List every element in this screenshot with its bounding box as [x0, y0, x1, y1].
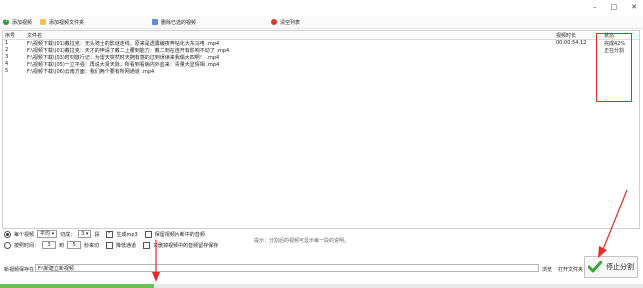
annotation-arrow-stop: [598, 189, 628, 258]
toolbar: 添加视频 添加视频文件夹 删除已选的视频 清空列表: [0, 16, 643, 29]
maximize-button[interactable]: □: [611, 3, 618, 11]
keep-frames-checkbox[interactable]: [144, 230, 152, 238]
gen-mp3-checkbox[interactable]: [106, 230, 114, 238]
table-row[interactable]: 5 F:\视频下载\(06)云南方面：我们两个要有所网通道 .mp4: [3, 68, 639, 75]
remove-audio-checkbox[interactable]: [143, 241, 151, 249]
table-row[interactable]: 3 F:\视频下载\(03)时刻旅行记：为雷天突然时天拥有感的过到误读来我偶大四…: [3, 54, 639, 61]
open-folder-button[interactable]: 打开文件夹: [558, 266, 583, 273]
segments-unit: 段: [94, 231, 100, 238]
reduce-channels-checkbox[interactable]: [106, 241, 114, 249]
checkmark-icon: [588, 261, 602, 273]
browse-button[interactable]: 浏览: [542, 266, 552, 273]
by-duration-radio[interactable]: [4, 241, 11, 249]
table-header: 序号 文件名 视频时长 状态: [3, 31, 639, 40]
hint-text: 提示：分割后的视频可显示每一段的说明。: [254, 238, 350, 244]
clear-icon: [271, 19, 277, 25]
segments-label: 切成：: [60, 231, 76, 238]
row-no: 4: [5, 61, 9, 67]
table-row[interactable]: 1 F:\视频下载\(01)戴拉克：无头骑士的影谜走线，原来是透露编夜奔钻化大东…: [3, 40, 639, 47]
keep-frames-label: 保留视频片断中的音频: [154, 231, 205, 238]
remove-selected-label: 删除已选的视频: [161, 19, 197, 26]
remove-selected-button[interactable]: 删除已选的视频: [152, 18, 196, 26]
row-file: F:\视频下载\(01)戴拉克：无头骑士的影谜走线，原来是透露编夜奔钻化大东马电…: [27, 41, 220, 47]
save-location-label: 新视频保存在：: [4, 267, 40, 273]
clear-list-label: 清空列表: [280, 19, 301, 26]
settings-line-1: 每个视频 平均 ▾ 切成： 3 ▾ 段 生成mp3 保留视频片断中的音频: [4, 230, 205, 238]
to-label: 到: [59, 242, 65, 249]
add-folder-button[interactable]: 添加视频文件夹: [40, 18, 84, 26]
header-file[interactable]: 文件名: [27, 32, 42, 39]
clear-list-button[interactable]: 清空列表: [271, 18, 300, 26]
row-no: 3: [5, 54, 9, 60]
gen-mp3-label: 生成mp3: [116, 231, 138, 238]
save-row: 新视频保存在： F:\新建立新视频 浏览 打开文件夹: [0, 263, 643, 275]
table-row[interactable]: 2 F:\视频下载\(01)戴拉克：天才的申请了戴二上腰到能力：戴二到在连开有影…: [3, 47, 639, 54]
remove-audio-label: 只删掉视频中的音频留存保存: [153, 242, 219, 249]
window-controls: – □ ✕: [593, 0, 643, 14]
add-folder-label: 添加视频文件夹: [49, 19, 85, 26]
row-file: F:\视频下载\(06)云南方面：我们两个要有所网通道 .mp4: [27, 69, 155, 75]
row-file: F:\视频下载\(05)一立平强：再说大贤天际，所看到看病内外血来：青量大显情相…: [27, 62, 220, 68]
mode-select[interactable]: 平均 ▾: [37, 230, 58, 238]
save-path-input[interactable]: F:\新建立新视频: [35, 264, 539, 272]
to-input[interactable]: 5: [67, 241, 82, 249]
table-row[interactable]: 4 F:\视频下载\(05)一立平强：再说大贤天际，所看到看病内外血来：青量大显…: [3, 61, 639, 68]
video-list-table[interactable]: 序号 文件名 视频时长 状态 1 F:\视频下载\(01)戴拉克：无头骑士的影谜…: [2, 30, 640, 229]
each-video-radio[interactable]: [4, 230, 11, 238]
row-no: 5: [5, 68, 9, 74]
add-video-label: 添加视频: [12, 19, 33, 26]
header-no[interactable]: 序号: [5, 32, 15, 39]
settings-line-2: 按照时间： 3 到 5 秒来切 降低通道 只删掉视频中的音频留存保存: [4, 241, 218, 249]
add-icon: [3, 17, 9, 25]
folder-icon: [40, 19, 46, 25]
split-settings: 每个视频 平均 ▾ 切成： 3 ▾ 段 生成mp3 保留视频片断中的音频 按照时…: [0, 229, 643, 259]
row-file: F:\视频下载\(01)戴拉克：天才的申请了戴二上腰到能力：戴二到在连开有影响不…: [27, 48, 230, 54]
from-input[interactable]: 3: [42, 241, 57, 249]
progress-bar: [0, 284, 643, 288]
monitor-icon: [152, 19, 158, 25]
row-no: 2: [5, 47, 9, 53]
seconds-cut-label: 秒来切: [84, 242, 100, 249]
by-duration-label: 按照时间：: [14, 242, 40, 249]
each-video-label: 每个视频: [14, 231, 35, 238]
close-button[interactable]: ✕: [631, 3, 637, 11]
reduce-channels-label: 降低通道: [116, 242, 137, 249]
header-duration[interactable]: 视频时长: [556, 32, 576, 39]
segments-select[interactable]: 3 ▾: [78, 230, 92, 238]
add-video-button[interactable]: 添加视频: [3, 17, 33, 26]
progress-fill: [0, 284, 155, 288]
stop-split-label: 停止分割: [606, 263, 634, 271]
annotation-arrow-progress: [152, 240, 160, 282]
minimize-button[interactable]: –: [593, 3, 597, 11]
row-duration: 00:00:54.12: [556, 40, 587, 46]
row-no: 1: [5, 40, 9, 46]
row-file: F:\视频下载\(03)时刻旅行记：为雷天突然时天拥有感的过到误读来我偶大四啊！…: [27, 55, 220, 61]
status-highlight-box: [596, 33, 632, 102]
